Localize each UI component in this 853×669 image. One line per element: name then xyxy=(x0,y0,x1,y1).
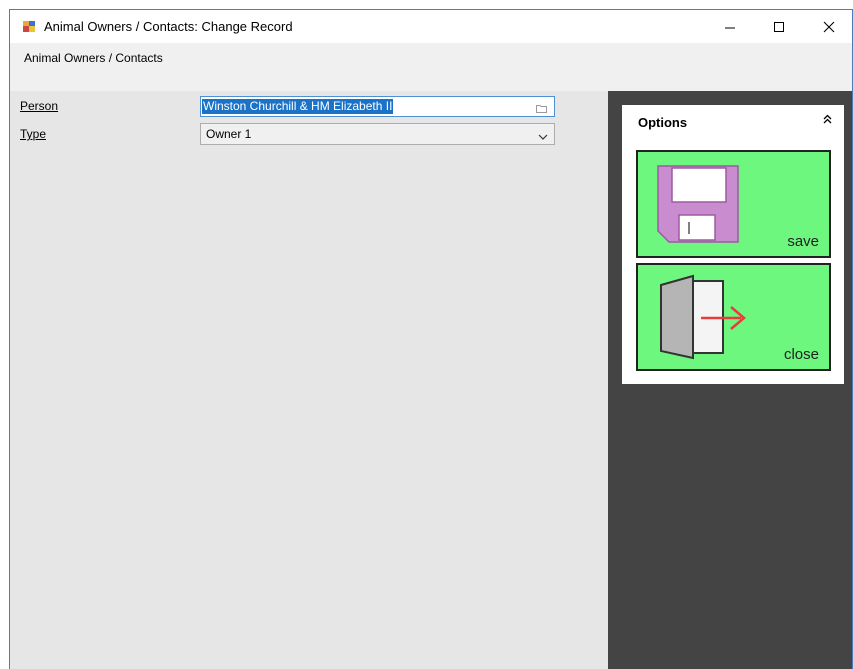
options-box: Options save close xyxy=(622,105,844,384)
options-side-panel: Options save close xyxy=(608,91,852,669)
change-record-window: Animal Owners / Contacts: Change Record … xyxy=(9,9,853,669)
minimize-button[interactable] xyxy=(707,10,753,43)
save-button[interactable]: save xyxy=(636,150,831,258)
menu-bar: Animal Owners / Contacts xyxy=(10,43,852,91)
save-label: save xyxy=(787,233,819,250)
double-chevron-up-icon[interactable] xyxy=(823,113,832,127)
close-button[interactable]: close xyxy=(636,263,831,371)
person-value[interactable]: Winston Churchill & HM Elizabeth II xyxy=(202,99,394,114)
window-title: Animal Owners / Contacts: Change Record xyxy=(44,19,293,34)
menu-item-animal-owners[interactable]: Animal Owners / Contacts xyxy=(24,51,163,65)
chevron-down-icon xyxy=(538,130,548,144)
type-label: Type xyxy=(20,127,47,141)
maximize-button[interactable] xyxy=(756,10,802,43)
form-area: Person Winston Churchill & HM Elizabeth … xyxy=(10,91,608,669)
minimize-icon xyxy=(725,27,735,28)
app-window-icon xyxy=(22,20,36,33)
maximize-icon xyxy=(774,21,784,32)
person-field[interactable]: Winston Churchill & HM Elizabeth II xyxy=(200,96,555,117)
close-icon xyxy=(823,21,835,32)
type-dropdown[interactable]: Owner 1 xyxy=(200,123,555,145)
person-label: Person xyxy=(20,99,59,113)
close-label: close xyxy=(783,346,819,363)
type-value: Owner 1 xyxy=(206,127,252,141)
browse-folder-icon[interactable] xyxy=(536,102,547,116)
options-title: Options xyxy=(638,115,688,130)
close-window-button[interactable] xyxy=(806,10,852,43)
title-bar: Animal Owners / Contacts: Change Record xyxy=(10,10,852,43)
